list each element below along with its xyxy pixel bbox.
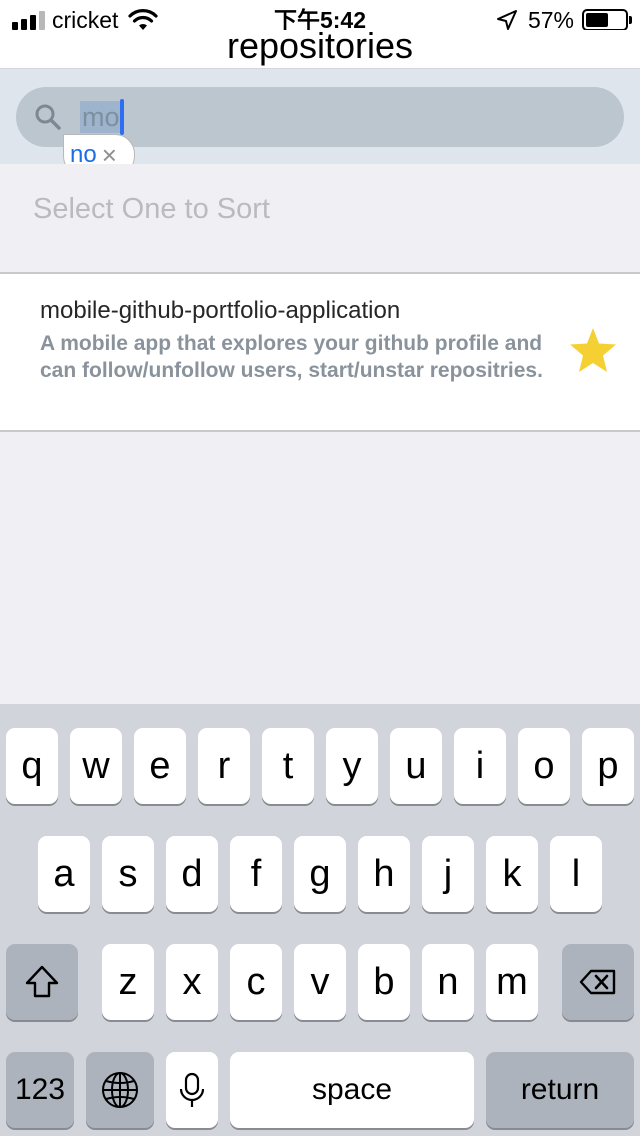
key-a[interactable]: a (38, 836, 90, 912)
key-d[interactable]: d (166, 836, 218, 912)
key-g[interactable]: g (294, 836, 346, 912)
nav-bar: repositories (0, 26, 640, 68)
key-o[interactable]: o (518, 728, 570, 804)
key-n[interactable]: n (422, 944, 474, 1020)
space-key[interactable]: space (230, 1052, 474, 1128)
sort-selector[interactable]: Select One to Sort (0, 164, 640, 272)
key-label: return (520, 1073, 600, 1106)
microphone-icon (179, 1072, 205, 1107)
key-z[interactable]: z (102, 944, 154, 1020)
key-s[interactable]: s (102, 836, 154, 912)
key-e[interactable]: e (134, 728, 186, 804)
key-label: space (311, 1073, 393, 1106)
key-label: i (475, 744, 485, 787)
sort-placeholder[interactable]: Select One to Sort (33, 191, 270, 227)
repository-list: mobile-github-portfolio-application A mo… (0, 272, 640, 432)
key-label: u (405, 744, 427, 787)
key-f[interactable]: f (230, 836, 282, 912)
key-m[interactable]: m (486, 944, 538, 1020)
key-c[interactable]: c (230, 944, 282, 1020)
key-i[interactable]: i (454, 728, 506, 804)
backspace-icon (579, 969, 616, 995)
search-icon (35, 104, 61, 130)
key-label: w (82, 744, 110, 787)
text-cursor (120, 99, 124, 135)
key-label: n (437, 960, 459, 1003)
shift-key[interactable] (6, 944, 78, 1020)
key-label: e (149, 744, 171, 787)
numbers-key[interactable]: 123 (6, 1052, 74, 1128)
star-icon[interactable] (568, 326, 618, 374)
globe-key[interactable] (86, 1052, 154, 1128)
key-label: s (118, 852, 138, 895)
key-label: x (182, 960, 202, 1003)
repo-description: A mobile app that explores your github p… (40, 332, 543, 382)
keyboard: q w e r t y u i o p a s d f g h j k l z … (0, 704, 640, 1136)
key-label: o (533, 744, 555, 787)
backspace-key[interactable] (562, 944, 634, 1020)
key-label: r (217, 744, 231, 787)
globe-icon (102, 1072, 138, 1108)
key-label: h (373, 852, 395, 895)
key-label: t (282, 744, 294, 787)
key-label: d (181, 852, 203, 895)
key-label: v (310, 960, 330, 1003)
key-t[interactable]: t (262, 728, 314, 804)
key-y[interactable]: y (326, 728, 378, 804)
key-label: 123 (14, 1073, 66, 1106)
key-label: g (309, 852, 331, 895)
microphone-key[interactable] (166, 1052, 218, 1128)
page-title: repositories (226, 25, 414, 66)
shift-icon (25, 965, 59, 998)
key-label: b (373, 960, 395, 1003)
key-label: c (246, 960, 266, 1003)
key-j[interactable]: j (422, 836, 474, 912)
key-v[interactable]: v (294, 944, 346, 1020)
key-b[interactable]: b (358, 944, 410, 1020)
key-label: y (342, 744, 362, 787)
key-label: p (597, 744, 619, 787)
key-k[interactable]: k (486, 836, 538, 912)
key-h[interactable]: h (358, 836, 410, 912)
key-p[interactable]: p (582, 728, 634, 804)
key-label: k (502, 852, 522, 895)
return-key[interactable]: return (486, 1052, 634, 1128)
key-label: z (118, 960, 138, 1003)
search-query-text[interactable]: mo (80, 101, 122, 133)
key-q[interactable]: q (6, 728, 58, 804)
key-label: m (496, 960, 528, 1003)
key-label: f (250, 852, 262, 895)
repo-name[interactable]: mobile-github-portfolio-application (40, 296, 400, 326)
key-r[interactable]: r (198, 728, 250, 804)
key-w[interactable]: w (70, 728, 122, 804)
key-x[interactable]: x (166, 944, 218, 1020)
key-l[interactable]: l (550, 836, 602, 912)
key-u[interactable]: u (390, 728, 442, 804)
key-label: l (571, 852, 581, 895)
key-label: a (53, 852, 75, 895)
key-label: j (443, 852, 453, 895)
key-label: q (21, 744, 43, 787)
